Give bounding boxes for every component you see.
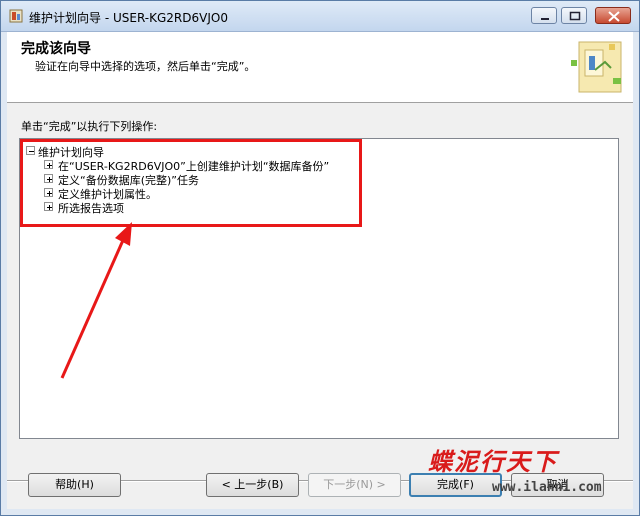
summary-tree[interactable]: 维护计划向导 在“USER-KG2RD6VJO0”上创建维护计划“数据库备份” … (19, 138, 619, 439)
tree-root[interactable]: 维护计划向导 (24, 144, 284, 159)
page-subtitle: 验证在向导中选择的选项，然后单击“完成”。 (35, 60, 256, 73)
tree-node[interactable]: 定义“备份数据库(完整)”任务 (42, 172, 342, 187)
close-icon (608, 11, 620, 22)
finish-button[interactable]: 完成(F) (409, 473, 502, 497)
wizard-content: 完成该向导 验证在向导中选择的选项，然后单击“完成”。 单击“完成”以执行下列操… (7, 32, 633, 509)
maximize-button[interactable] (561, 7, 587, 24)
tree-node[interactable]: 在“USER-KG2RD6VJO0”上创建维护计划“数据库备份” (42, 158, 382, 173)
tree-node-label: 所选报告选项 (58, 202, 124, 215)
page-title: 完成该向导 (21, 41, 91, 57)
tree-node[interactable]: 定义维护计划属性。 (42, 186, 342, 201)
help-button[interactable]: 帮助(H) (28, 473, 121, 497)
minimize-button[interactable] (531, 7, 557, 24)
expand-icon[interactable] (44, 160, 53, 169)
close-button[interactable] (595, 7, 631, 24)
expand-icon[interactable] (44, 188, 53, 197)
wizard-graphic-icon (571, 41, 622, 93)
expand-icon[interactable] (44, 174, 53, 183)
instruction-text: 单击“完成”以执行下列操作: (21, 120, 158, 133)
tree-node[interactable]: 所选报告选项 (42, 200, 342, 215)
cancel-button[interactable]: 取消 (511, 473, 604, 497)
expand-icon[interactable] (44, 202, 53, 211)
wizard-header: 完成该向导 验证在向导中选择的选项，然后单击“完成”。 (7, 32, 633, 103)
wizard-window: 维护计划向导 - USER-KG2RD6VJO0 完成该向导 验证在向导中选择的… (0, 0, 640, 516)
maximize-icon (569, 11, 581, 21)
back-button[interactable]: < 上一步(B) (206, 473, 299, 497)
window-title: 维护计划向导 - USER-KG2RD6VJO0 (29, 11, 228, 25)
title-bar[interactable]: 维护计划向导 - USER-KG2RD6VJO0 (1, 1, 639, 32)
minimize-icon (541, 18, 549, 20)
next-button[interactable]: 下一步(N) > (308, 473, 401, 497)
app-icon (9, 9, 23, 23)
collapse-icon[interactable] (26, 146, 35, 155)
